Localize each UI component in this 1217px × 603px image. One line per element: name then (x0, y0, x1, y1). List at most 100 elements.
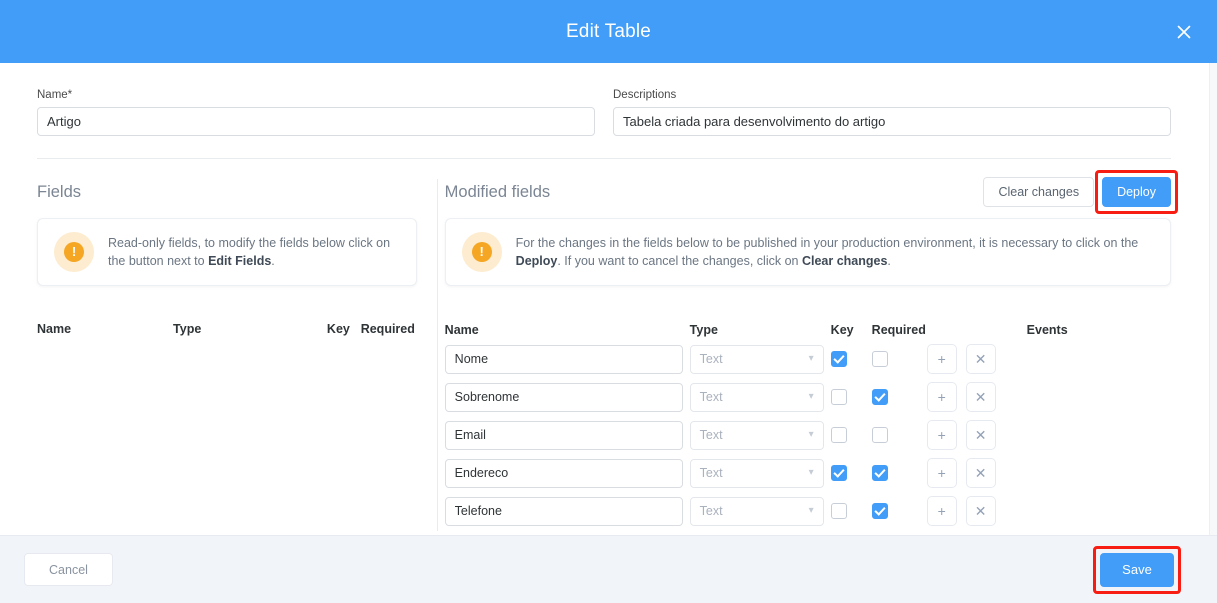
fields-col-type: Type (173, 322, 202, 336)
row-actions-cell: + ✕ (926, 344, 1027, 374)
row-name-cell (444, 344, 690, 374)
field-type-value: Text (699, 428, 723, 442)
alert-text-after: . (271, 254, 275, 268)
close-small-icon[interactable]: ✕ (965, 382, 996, 412)
exclamation-icon: ! (461, 232, 502, 272)
name-label: Name* (37, 89, 73, 101)
close-icon[interactable] (1169, 17, 1199, 47)
row-type-cell: Text ▾ (689, 458, 831, 488)
plus-icon[interactable]: + (926, 458, 957, 488)
close-small-icon[interactable]: ✕ (965, 458, 996, 488)
field-type-value: Text (699, 390, 723, 404)
row-actions-cell: + ✕ (926, 496, 1027, 526)
save-button-highlight: Save (1093, 545, 1181, 594)
required-checkbox[interactable] (871, 389, 888, 405)
fields-panel-title: Fields (37, 182, 82, 201)
field-type-select[interactable]: Text ▾ (689, 382, 824, 412)
row-name-cell (444, 496, 690, 526)
descriptions-input[interactable] (613, 107, 1171, 136)
panels-container: Fields ! Read-only fields, to modify the… (0, 170, 1217, 531)
row-required-cell (871, 503, 927, 519)
clear-changes-button[interactable]: Clear changes (983, 177, 1095, 207)
edit-table-modal: Edit Table Name* Descriptions Fields (0, 0, 1217, 603)
row-required-cell (871, 465, 927, 481)
close-small-icon[interactable]: ✕ (965, 496, 996, 526)
readonly-fields-alert: ! Read-only fields, to modify the fields… (37, 218, 417, 286)
modal-footer: Cancel Save (0, 535, 1217, 603)
chevron-down-icon: ▾ (808, 505, 814, 516)
field-name-input[interactable] (444, 382, 683, 412)
deploy-button-highlight: Deploy (1095, 170, 1178, 214)
field-name-input[interactable] (444, 496, 683, 526)
table-row: Text ▾ + ✕ (444, 454, 1171, 492)
field-name-input[interactable] (444, 420, 683, 450)
row-name-cell (444, 420, 690, 450)
row-type-cell: Text ▾ (689, 420, 831, 450)
cancel-button[interactable]: Cancel (24, 553, 113, 586)
readonly-fields-alert-text: Read-only fields, to modify the fields b… (108, 234, 400, 270)
modal-body: Name* Descriptions Fields ! (0, 63, 1217, 535)
top-form-row: Name* Descriptions (0, 63, 1217, 136)
fields-col-name: Name (37, 322, 72, 336)
row-actions-cell: + ✕ (926, 382, 1027, 412)
close-small-icon[interactable]: ✕ (965, 344, 996, 374)
row-key-cell (830, 351, 872, 367)
row-key-cell (830, 503, 872, 519)
field-type-value: Text (699, 352, 723, 366)
fields-table-header: Name Type Key Required (37, 306, 417, 336)
field-type-value: Text (699, 466, 723, 480)
chevron-down-icon: ▾ (808, 353, 814, 364)
key-checkbox[interactable] (830, 389, 847, 405)
close-small-icon[interactable]: ✕ (965, 420, 996, 450)
vertical-scrollbar[interactable] (1209, 63, 1217, 535)
row-key-cell (830, 389, 872, 405)
key-checkbox[interactable] (830, 465, 847, 481)
plus-icon[interactable]: + (926, 420, 957, 450)
field-name-input[interactable] (444, 458, 683, 488)
field-name-input[interactable] (444, 344, 683, 374)
required-checkbox[interactable] (871, 503, 888, 519)
modified-fields-actions: Clear changes Deploy (983, 170, 1178, 214)
save-button[interactable]: Save (1100, 552, 1174, 587)
deploy-alert-bold-2: Clear changes (801, 254, 888, 268)
exclamation-icon: ! (54, 232, 94, 272)
field-type-select[interactable]: Text ▾ (689, 496, 824, 526)
field-type-select[interactable]: Text ▾ (689, 344, 824, 374)
plus-icon[interactable]: + (926, 344, 957, 374)
modal-header: Edit Table (0, 0, 1217, 63)
modified-col-type: Type (689, 323, 718, 337)
section-divider (37, 158, 1171, 159)
modified-fields-panel: Modified fields Clear changes Deploy ! F… (438, 170, 1217, 531)
name-field-group: Name* (37, 89, 595, 136)
fields-panel: Fields ! Read-only fields, to modify the… (0, 175, 437, 531)
modified-fields-table-body: Text▾+✕Text▾+✕Text▾+✕Text▾+✕Text▾+✕ (444, 340, 1171, 530)
fields-panel-header: Fields (37, 175, 417, 209)
deploy-alert-text-1: For the changes in the fields below to b… (515, 236, 1139, 250)
field-type-select[interactable]: Text ▾ (689, 420, 824, 450)
required-checkbox[interactable] (871, 351, 888, 367)
modified-fields-panel-header: Modified fields Clear changes Deploy (445, 170, 1178, 214)
chevron-down-icon: ▾ (808, 467, 814, 478)
modified-fields-table-header: Name Type Key Required Events (445, 307, 1171, 337)
chevron-down-icon: ▾ (808, 391, 814, 402)
chevron-down-icon: ▾ (808, 429, 814, 440)
deploy-alert-bold-1: Deploy (515, 254, 558, 268)
field-type-value: Text (699, 504, 723, 518)
required-checkbox[interactable] (871, 427, 888, 443)
deploy-button[interactable]: Deploy (1102, 177, 1171, 207)
row-type-cell: Text ▾ (689, 496, 831, 526)
deploy-alert-text-2: . If you want to cancel the changes, cli… (557, 254, 802, 268)
modified-col-key: Key (830, 323, 854, 337)
required-checkbox[interactable] (871, 465, 888, 481)
plus-icon[interactable]: + (926, 496, 957, 526)
field-type-select[interactable]: Text ▾ (689, 458, 824, 488)
row-key-cell (830, 465, 872, 481)
row-key-cell (830, 427, 872, 443)
deploy-info-alert-text: For the changes in the fields below to b… (516, 234, 1154, 270)
name-input[interactable] (37, 107, 595, 136)
plus-icon[interactable]: + (926, 382, 957, 412)
key-checkbox[interactable] (830, 351, 847, 367)
key-checkbox[interactable] (830, 503, 847, 519)
key-checkbox[interactable] (830, 427, 847, 443)
deploy-alert-text-3: . (887, 254, 891, 268)
